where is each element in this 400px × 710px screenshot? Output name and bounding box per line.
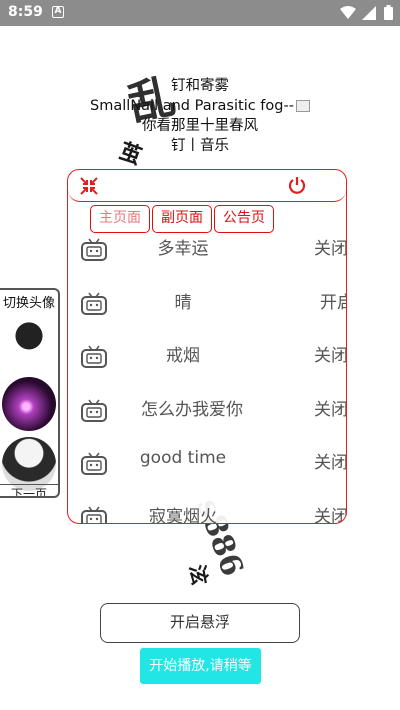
song-lyric: 你看那里十里春风: [142, 118, 258, 134]
song-row[interactable]: 怎么办我爱你 关闭: [68, 389, 346, 443]
song-toggle[interactable]: 关闭: [314, 395, 346, 420]
avatar-switch-panel: 切换头像 下一页: [0, 288, 60, 498]
song-toggle[interactable]: 关闭: [314, 234, 346, 259]
song-row[interactable]: 戒烟 关闭: [68, 335, 346, 389]
song-subtitle-line: SmallNail and Parasitic fog--: [0, 96, 400, 116]
song-toggle[interactable]: 开启: [320, 288, 346, 313]
tv-icon: [81, 506, 107, 523]
song-toggle[interactable]: 关闭: [314, 448, 346, 473]
song-toggle[interactable]: 关闭: [314, 341, 346, 366]
tv-icon: [81, 345, 107, 368]
song-info: 钉和寄雾 SmallNail and Parasitic fog-- 你看那里十…: [0, 76, 400, 156]
song-name: 戒烟: [166, 346, 200, 366]
song-name: 怎么办我爱你: [141, 399, 243, 420]
song-name: 晴: [174, 292, 192, 313]
song-row[interactable]: good time 关闭: [68, 442, 346, 496]
start-playing-button[interactable]: 开始播放,请稍等: [140, 648, 261, 684]
notification-a-icon: A: [52, 6, 64, 18]
avatar-option[interactable]: [2, 317, 56, 371]
tv-icon: [81, 292, 107, 315]
next-page-button[interactable]: 下一页: [0, 484, 58, 496]
song-title: 钉和寄雾: [171, 78, 229, 94]
song-name: good time: [139, 448, 227, 468]
song-row[interactable]: 晴 开启: [68, 282, 346, 336]
tv-icon: [81, 399, 107, 422]
battery-icon: [384, 5, 393, 20]
song-panel: 主页面 副页面 公告页 多幸运 关闭 晴 开启 戒烟 关闭 怎么办我爱你 关闭 …: [67, 169, 347, 524]
tv-icon: [81, 452, 107, 475]
background-calligraphy: 泫: [184, 562, 213, 587]
collapse-icon[interactable]: [80, 177, 98, 195]
app-credit: 钉丨音乐: [171, 138, 229, 154]
status-bar: 8:59 A: [0, 0, 400, 26]
song-subtitle: SmallNail and Parasitic fog--: [90, 98, 294, 114]
status-time: 8:59: [8, 4, 43, 20]
song-list: 多幸运 关闭 晴 开启 戒烟 关闭 怎么办我爱你 关闭 good time 关闭…: [68, 228, 346, 524]
song-toggle[interactable]: 关闭: [314, 502, 346, 524]
song-name: 寂寞烟火: [149, 506, 217, 524]
broken-image-icon: [295, 100, 310, 112]
avatar-option[interactable]: [2, 437, 56, 491]
tv-icon: [81, 238, 107, 261]
song-row[interactable]: 多幸运 关闭: [68, 228, 346, 282]
panel-topbar: [68, 170, 346, 202]
enable-floating-button[interactable]: 开启悬浮: [100, 603, 300, 643]
avatar-panel-title: 切换头像: [2, 296, 55, 311]
avatar-option[interactable]: [2, 377, 56, 431]
song-name: 多幸运: [157, 239, 209, 259]
signal-icon: [362, 6, 376, 20]
power-icon[interactable]: [288, 176, 306, 194]
song-row[interactable]: 寂寞烟火 关闭: [68, 496, 346, 524]
wifi-icon: [340, 6, 356, 19]
